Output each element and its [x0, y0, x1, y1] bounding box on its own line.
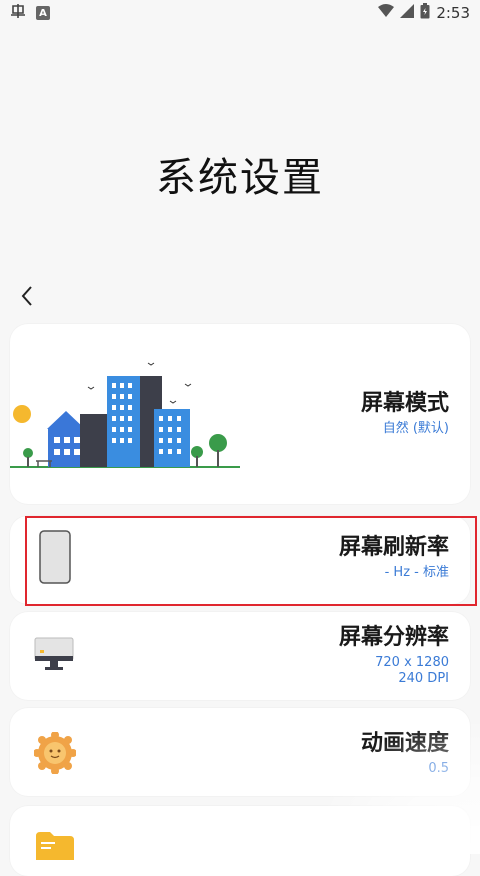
animation-speed-card[interactable]: 动画速度 0.5: [10, 708, 470, 796]
refresh-rate-title: 屏幕刷新率: [339, 534, 449, 562]
resolution-title: 屏幕分辨率: [339, 624, 449, 652]
page-title: 系统设置: [0, 145, 480, 203]
phone-icon: [39, 530, 71, 584]
clock: 2:53: [436, 4, 470, 22]
screen-mode-title: 屏幕模式: [361, 390, 449, 418]
folder-icon: [34, 830, 76, 864]
notification-app-icon: [10, 3, 26, 23]
screen-mode-text: 屏幕模式 自然 (默认): [361, 390, 449, 437]
animation-speed-value: 0.5: [361, 761, 449, 777]
sun-icon: [34, 732, 76, 774]
refresh-rate-card[interactable]: 屏幕刷新率 - Hz - 标准: [10, 516, 470, 604]
resolution-text: 屏幕分辨率 720 x 1280 240 DPI: [339, 624, 449, 687]
status-right: 2:53: [378, 3, 470, 23]
chevron-left-icon: [20, 285, 34, 307]
status-bar: A 2:53: [0, 0, 480, 26]
folder-card[interactable]: [10, 806, 470, 876]
monitor-icon: [34, 636, 74, 676]
status-left: A: [10, 3, 50, 23]
animation-speed-title: 动画速度: [361, 730, 449, 758]
resolution-value: 720 x 1280: [339, 655, 449, 671]
resolution-dpi: 240 DPI: [339, 671, 449, 687]
wifi-icon: [378, 4, 394, 22]
battery-icon: [420, 3, 430, 23]
refresh-rate-value: - Hz - 标准: [339, 565, 449, 581]
back-button[interactable]: [14, 282, 40, 310]
refresh-rate-text: 屏幕刷新率 - Hz - 标准: [339, 534, 449, 581]
city-illustration-icon: [10, 359, 240, 479]
notification-a-icon: A: [36, 6, 50, 20]
animation-speed-text: 动画速度 0.5: [361, 730, 449, 777]
screen-mode-card[interactable]: 屏幕模式 自然 (默认): [10, 324, 470, 504]
screen-mode-value: 自然 (默认): [361, 421, 449, 437]
resolution-card[interactable]: 屏幕分辨率 720 x 1280 240 DPI: [10, 612, 470, 700]
signal-icon: [400, 4, 414, 22]
